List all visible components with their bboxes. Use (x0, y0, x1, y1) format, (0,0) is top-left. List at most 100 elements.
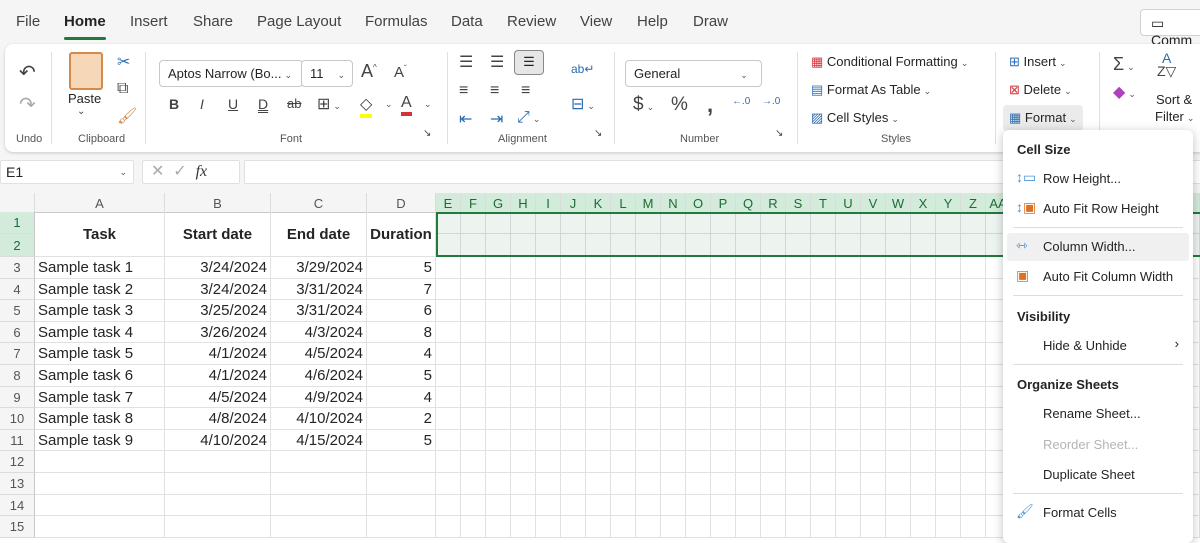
align-left-icon[interactable]: ≡ (459, 82, 468, 100)
cell-U13[interactable] (836, 473, 861, 495)
number-dialog-launcher-icon[interactable]: ↘ (775, 128, 783, 139)
cell-J7[interactable] (561, 343, 586, 365)
cell-T12[interactable] (811, 451, 836, 473)
cell-B13[interactable] (165, 473, 271, 495)
cell-Y14[interactable] (936, 494, 961, 517)
cell-O6[interactable] (686, 321, 711, 344)
row-header-9[interactable]: 9 (0, 386, 35, 409)
cell-W14[interactable] (886, 494, 911, 517)
cell-Y6[interactable] (936, 321, 961, 344)
cell-F3[interactable] (461, 257, 486, 279)
tab-view[interactable]: View (580, 13, 612, 30)
cell-I9[interactable] (536, 386, 561, 409)
auto-fit-row-height-item[interactable]: ↕▣ Auto Fit Row Height (1007, 195, 1189, 223)
cell-Y10[interactable] (936, 408, 961, 430)
cell-U4[interactable] (836, 278, 861, 301)
cell-V3[interactable] (861, 257, 886, 279)
cell-F14[interactable] (461, 494, 486, 517)
cell-F4[interactable] (461, 278, 486, 301)
cell-P4[interactable] (711, 278, 736, 301)
cell-L10[interactable] (611, 408, 636, 430)
cell-Q3[interactable] (736, 257, 761, 279)
cell-N3[interactable] (661, 257, 686, 279)
row-header-15[interactable]: 15 (0, 516, 35, 538)
cell-K14[interactable] (586, 494, 611, 517)
cell-C10[interactable]: 4/10/2024 (271, 408, 367, 430)
cell-U14[interactable] (836, 494, 861, 517)
column-width-item[interactable]: ⇿ Column Width... (1007, 233, 1189, 261)
align-top-icon[interactable]: ☰ (459, 52, 473, 72)
cell-W5[interactable] (886, 300, 911, 322)
cell-Q4[interactable] (736, 278, 761, 301)
cell-L4[interactable] (611, 278, 636, 301)
cell-N13[interactable] (661, 473, 686, 495)
cell-A12[interactable] (35, 451, 165, 473)
cell-O7[interactable] (686, 343, 711, 365)
cell-X3[interactable] (911, 257, 936, 279)
cell-S13[interactable] (786, 473, 811, 495)
row-header-2[interactable]: 2 (0, 234, 35, 257)
cell-V13[interactable] (861, 473, 886, 495)
cell-S10[interactable] (786, 408, 811, 430)
cell-Y13[interactable] (936, 473, 961, 495)
cell-styles-button[interactable]: ▨ Cell Styles ⌄ (811, 110, 899, 126)
cell-R4[interactable] (761, 278, 786, 301)
row-header-13[interactable]: 13 (0, 473, 35, 495)
cell-M10[interactable] (636, 408, 661, 430)
cell-J12[interactable] (561, 451, 586, 473)
cell-B8[interactable]: 4/1/2024 (165, 365, 271, 387)
cell-L8[interactable] (611, 365, 636, 387)
cell-F10[interactable] (461, 408, 486, 430)
cell-K3[interactable] (586, 257, 611, 279)
cell-M9[interactable] (636, 386, 661, 409)
cell-J15[interactable] (561, 516, 586, 538)
tab-page-layout[interactable]: Page Layout (257, 13, 341, 30)
align-right-icon[interactable]: ≡ (521, 82, 530, 100)
cell-I6[interactable] (536, 321, 561, 344)
cell-W12[interactable] (886, 451, 911, 473)
cell-V4[interactable] (861, 278, 886, 301)
cell-V14[interactable] (861, 494, 886, 517)
cell-O13[interactable] (686, 473, 711, 495)
cell-M14[interactable] (636, 494, 661, 517)
strikethrough-icon[interactable]: ab (287, 96, 301, 111)
cell-Q11[interactable] (736, 429, 761, 452)
cell-B9[interactable]: 4/5/2024 (165, 386, 271, 409)
cell-R7[interactable] (761, 343, 786, 365)
cell-T10[interactable] (811, 408, 836, 430)
cell-K10[interactable] (586, 408, 611, 430)
cell-N4[interactable] (661, 278, 686, 301)
cell-G11[interactable] (486, 429, 511, 452)
decrease-indent-icon[interactable]: ⇤ (459, 109, 472, 129)
cell-X11[interactable] (911, 429, 936, 452)
cell-P9[interactable] (711, 386, 736, 409)
cell-U12[interactable] (836, 451, 861, 473)
cut-icon[interactable]: ✂ (117, 52, 130, 72)
cell-Q9[interactable] (736, 386, 761, 409)
clear-icon[interactable]: ◆ ⌄ (1113, 82, 1136, 102)
cell-P12[interactable] (711, 451, 736, 473)
cell-G4[interactable] (486, 278, 511, 301)
cell-L7[interactable] (611, 343, 636, 365)
cell-X12[interactable] (911, 451, 936, 473)
cell-Q10[interactable] (736, 408, 761, 430)
cell-D15[interactable] (367, 516, 436, 538)
cell-C1[interactable]: End date (271, 212, 367, 257)
cell-O11[interactable] (686, 429, 711, 452)
format-cells-item[interactable]: 🖌 Format Cells (1007, 499, 1189, 527)
cell-E14[interactable] (436, 494, 461, 517)
cell-L6[interactable] (611, 321, 636, 344)
cell-T11[interactable] (811, 429, 836, 452)
cell-D13[interactable] (367, 473, 436, 495)
cell-H4[interactable] (511, 278, 536, 301)
cell-G6[interactable] (486, 321, 511, 344)
rename-sheet-item[interactable]: Rename Sheet... (1007, 400, 1189, 428)
row-header-4[interactable]: 4 (0, 278, 35, 301)
cell-I15[interactable] (536, 516, 561, 538)
font-dialog-launcher-icon[interactable]: ↘ (423, 128, 431, 139)
cell-E3[interactable] (436, 257, 461, 279)
column-header-X[interactable]: X (911, 193, 936, 213)
cell-Y15[interactable] (936, 516, 961, 538)
cell-A14[interactable] (35, 494, 165, 517)
cell-O12[interactable] (686, 451, 711, 473)
